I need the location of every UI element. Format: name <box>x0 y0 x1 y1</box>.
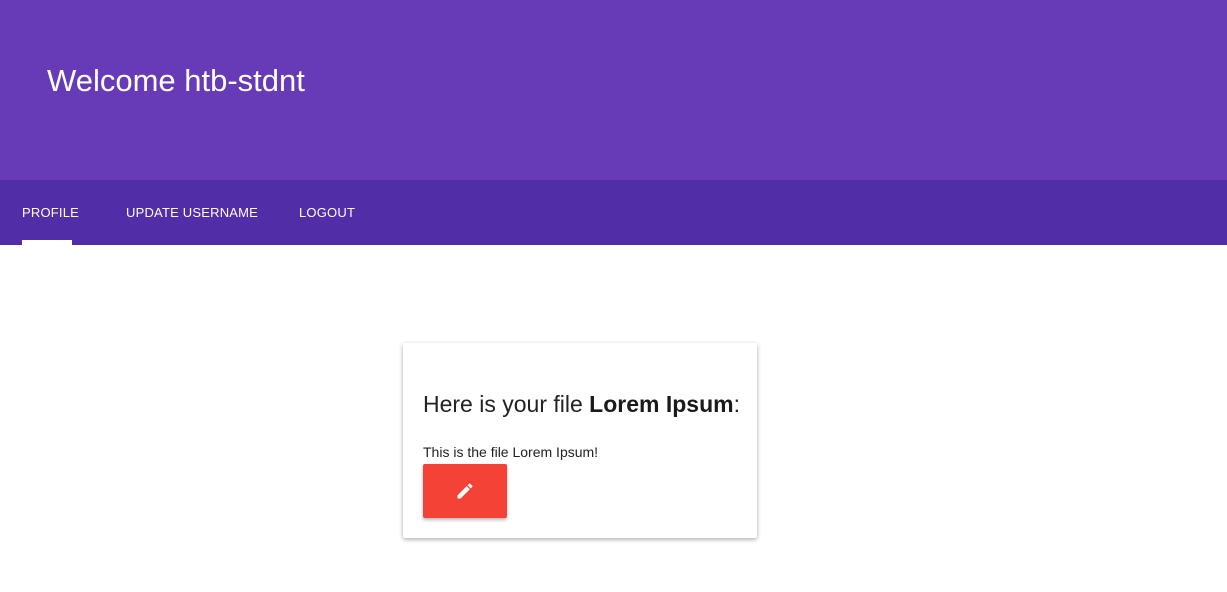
file-name: Lorem Ipsum <box>589 391 734 417</box>
tab-update-username[interactable]: UPDATE USERNAME <box>126 180 258 245</box>
tab-logout[interactable]: LOGOUT <box>299 180 355 245</box>
app-header: Welcome htb-stdnt <box>0 0 1227 180</box>
tab-bar: PROFILE UPDATE USERNAME LOGOUT <box>0 180 1227 245</box>
edit-file-button[interactable] <box>423 464 507 518</box>
file-heading-suffix: : <box>733 391 740 417</box>
pencil-icon <box>457 483 473 499</box>
welcome-title: Welcome htb-stdnt <box>47 63 305 98</box>
file-heading: Here is your file Lorem Ipsum: <box>423 389 740 419</box>
file-heading-prefix: Here is your file <box>423 391 590 417</box>
file-card: Here is your file Lorem Ipsum: This is t… <box>403 343 757 538</box>
active-tab-indicator <box>22 240 72 245</box>
file-content: This is the file Lorem Ipsum! <box>423 444 599 460</box>
tab-profile[interactable]: PROFILE <box>22 180 79 245</box>
